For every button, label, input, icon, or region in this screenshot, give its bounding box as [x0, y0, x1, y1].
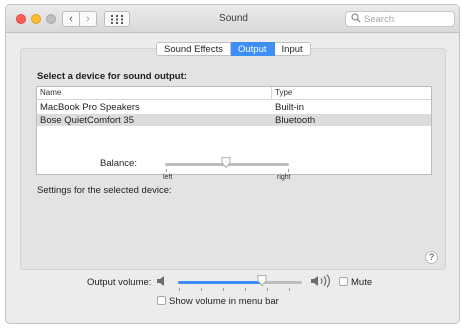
column-divider [271, 87, 272, 100]
table-row[interactable]: MacBook Pro Speakers Built-in [37, 101, 431, 113]
column-header-type[interactable]: Type [275, 88, 292, 97]
volume-tick [289, 288, 290, 291]
speaker-low-icon [157, 276, 164, 286]
search-field[interactable] [345, 11, 455, 27]
volume-tick [245, 288, 246, 291]
show-volume-in-menu-bar-label[interactable]: Show volume in menu bar [169, 296, 279, 307]
chevron-left-icon: ‹ [69, 13, 73, 25]
column-header-name[interactable]: Name [40, 88, 61, 97]
window-title: Sound [219, 13, 248, 24]
show-volume-in-menu-bar-checkbox[interactable] [157, 296, 166, 305]
balance-right-label: right [277, 174, 291, 181]
search-input[interactable] [364, 13, 448, 25]
grid-icon [111, 14, 123, 24]
section-title: Select a device for sound output: [37, 71, 187, 82]
speaker-high-icon [311, 274, 331, 288]
output-volume-slider-fill [178, 281, 263, 284]
show-all-preferences-button[interactable] [104, 11, 130, 27]
volume-tick [179, 288, 180, 291]
balance-tick-right [288, 169, 289, 172]
volume-tick [201, 288, 202, 291]
tab-output[interactable]: Output [230, 42, 275, 56]
volume-tick [267, 288, 268, 291]
tab-bar: Sound Effects Output Input [156, 42, 311, 56]
forward-button[interactable]: › [79, 11, 97, 27]
title-bar: ‹ › Sound [6, 5, 459, 33]
output-volume-slider-thumb[interactable] [257, 275, 267, 286]
mute-label[interactable]: Mute [351, 277, 372, 288]
settings-label: Settings for the selected device: [37, 185, 172, 196]
tab-input[interactable]: Input [274, 42, 311, 56]
table-row-selected[interactable]: Bose QuietComfort 35 Bluetooth [37, 114, 431, 126]
device-name: Bose QuietComfort 35 [40, 115, 134, 126]
output-volume-label: Output volume: [87, 277, 152, 288]
balance-tick-left [166, 169, 167, 172]
help-button[interactable]: ? [425, 251, 438, 264]
tab-sound-effects[interactable]: Sound Effects [156, 42, 231, 56]
balance-slider-thumb[interactable] [221, 157, 231, 168]
volume-tick [223, 288, 224, 291]
chevron-right-icon: › [86, 13, 90, 25]
output-volume-slider-track[interactable] [178, 281, 302, 284]
back-button[interactable]: ‹ [62, 11, 80, 27]
table-header: Name Type [37, 87, 431, 100]
minimize-window-button[interactable] [31, 14, 41, 24]
output-panel: Select a device for sound output: Name T… [20, 48, 446, 270]
device-type: Built-in [275, 102, 305, 113]
search-icon [351, 13, 361, 23]
zoom-window-button[interactable] [46, 14, 56, 24]
output-device-table[interactable]: Name Type MacBook Pro Speakers Built-in … [36, 86, 432, 175]
balance-label: Balance: [100, 158, 137, 169]
close-window-button[interactable] [16, 14, 26, 24]
balance-left-label: left [163, 174, 173, 181]
mute-checkbox[interactable] [339, 277, 348, 286]
device-type: Bluetooth [275, 115, 316, 126]
device-name: MacBook Pro Speakers [40, 102, 140, 113]
